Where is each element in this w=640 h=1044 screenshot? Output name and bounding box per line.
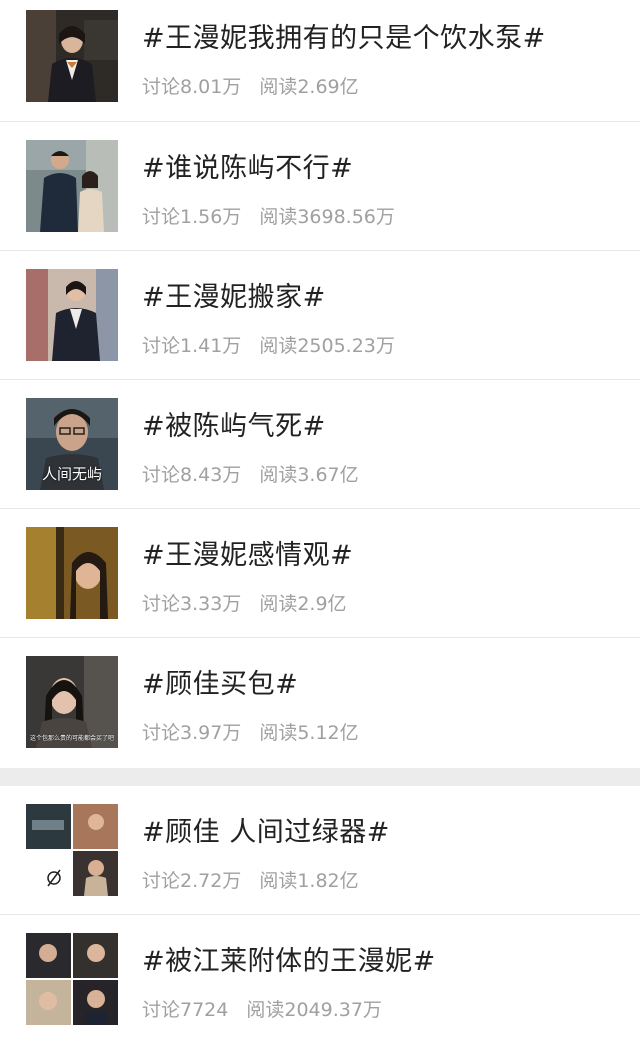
discuss-count: 讨论7724 (142, 999, 229, 1021)
topic-item[interactable]: 人间无屿 #被陈屿气死# 讨论8.43万 阅读3.67亿 (0, 380, 640, 509)
discuss-count: 讨论2.72万 (142, 870, 242, 892)
read-count: 阅读2049.37万 (246, 999, 382, 1021)
topic-thumbnail (26, 10, 118, 102)
topic-title[interactable]: #王漫妮感情观# (142, 533, 353, 572)
read-count: 阅读3.67亿 (259, 464, 359, 486)
discuss-count: 讨论3.33万 (142, 593, 242, 615)
topic-item[interactable]: #王漫妮我拥有的只是个饮水泵# 讨论8.01万 阅读2.69亿 (0, 0, 640, 122)
thumbnail-caption: 人间无屿 (41, 465, 102, 483)
topic-item[interactable]: 这个包那么贵的可能都会买了吧 #顾佳买包# 讨论3.97万 阅读5.12亿 (0, 638, 640, 768)
topic-thumbnail (26, 933, 118, 1025)
topic-item[interactable]: #谁说陈屿不行# 讨论1.56万 阅读3698.56万 (0, 122, 640, 251)
topic-item[interactable]: #顾佳 人间过绿器# 讨论2.72万 阅读1.82亿 (0, 786, 640, 915)
section-divider (0, 768, 640, 786)
topic-stats: 讨论3.97万 阅读5.12亿 (142, 718, 359, 745)
topic-title[interactable]: #王漫妮我拥有的只是个饮水泵# (142, 16, 546, 55)
topic-item[interactable]: #王漫妮感情观# 讨论3.33万 阅读2.9亿 (0, 509, 640, 638)
topic-title[interactable]: #谁说陈屿不行# (142, 146, 353, 185)
topic-thumbnail (26, 804, 118, 896)
topic-thumbnail (26, 527, 118, 619)
read-count: 阅读2505.23万 (259, 335, 395, 357)
thumbnail-caption: 这个包那么贵的可能都会买了吧 (29, 735, 114, 742)
topic-list: #王漫妮我拥有的只是个饮水泵# 讨论8.01万 阅读2.69亿 #谁说陈屿不行# … (0, 0, 640, 1044)
read-count: 阅读2.9亿 (259, 593, 347, 615)
topic-stats: 讨论8.01万 阅读2.69亿 (142, 72, 359, 99)
discuss-count: 讨论8.01万 (142, 76, 242, 98)
topic-item[interactable]: #被江莱附体的王漫妮# 讨论7724 阅读2049.37万 (0, 915, 640, 1044)
topic-stats: 讨论1.56万 阅读3698.56万 (142, 202, 395, 229)
topic-title[interactable]: #顾佳买包# (142, 662, 298, 701)
topic-thumbnail: 人间无屿 (26, 398, 118, 490)
read-count: 阅读2.69亿 (259, 76, 359, 98)
read-count: 阅读5.12亿 (259, 722, 359, 744)
topic-item[interactable]: #王漫妮搬家# 讨论1.41万 阅读2505.23万 (0, 251, 640, 380)
topic-title[interactable]: #被江莱附体的王漫妮# (142, 939, 436, 978)
discuss-count: 讨论1.41万 (142, 335, 242, 357)
topic-title[interactable]: #顾佳 人间过绿器# (142, 810, 390, 849)
topic-thumbnail (26, 269, 118, 361)
topic-stats: 讨论2.72万 阅读1.82亿 (142, 866, 359, 893)
topic-stats: 讨论7724 阅读2049.37万 (142, 995, 382, 1022)
topic-thumbnail (26, 140, 118, 232)
discuss-count: 讨论1.56万 (142, 206, 242, 228)
topic-stats: 讨论8.43万 阅读3.67亿 (142, 460, 359, 487)
topic-stats: 讨论3.33万 阅读2.9亿 (142, 589, 347, 616)
discuss-count: 讨论8.43万 (142, 464, 242, 486)
topic-title[interactable]: #被陈屿气死# (142, 404, 326, 443)
topic-thumbnail: 这个包那么贵的可能都会买了吧 (26, 656, 118, 748)
read-count: 阅读1.82亿 (259, 870, 359, 892)
discuss-count: 讨论3.97万 (142, 722, 242, 744)
read-count: 阅读3698.56万 (259, 206, 395, 228)
topic-stats: 讨论1.41万 阅读2505.23万 (142, 331, 395, 358)
topic-title[interactable]: #王漫妮搬家# (142, 275, 326, 314)
